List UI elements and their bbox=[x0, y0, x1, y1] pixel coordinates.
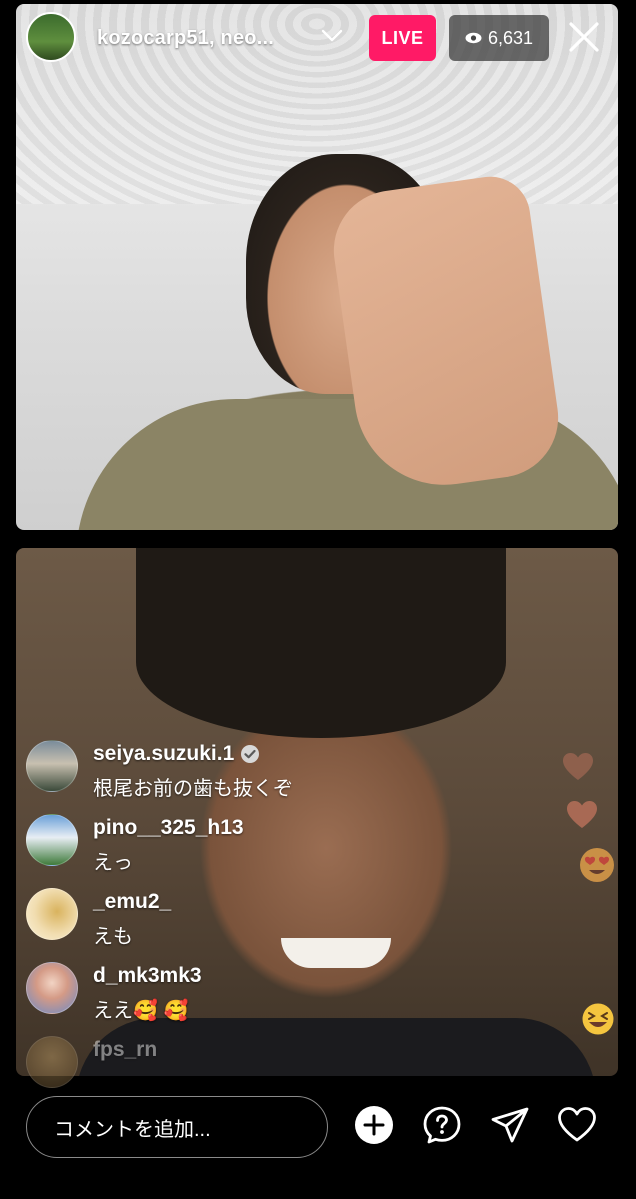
comment-item: _emu2_ えも bbox=[26, 888, 546, 948]
close-icon[interactable] bbox=[567, 20, 601, 54]
comment-item: d_mk3mk3 ええ🥰 🥰 bbox=[26, 962, 546, 1022]
comment-text: 根尾お前の歯も抜くぞ bbox=[93, 778, 293, 800]
commenter-avatar[interactable] bbox=[26, 888, 78, 940]
host-video-top bbox=[16, 4, 618, 530]
comment-placeholder: コメントを追加... bbox=[54, 1118, 211, 1141]
viewer-count-badge[interactable]: 6,631 bbox=[449, 15, 549, 61]
commenter-avatar[interactable] bbox=[26, 814, 78, 866]
heart-reaction-icon bbox=[563, 753, 593, 780]
comment-username[interactable]: fps_rn bbox=[93, 1038, 157, 1062]
heart-eyes-emoji-icon bbox=[580, 848, 614, 882]
comment-username[interactable]: _emu2_ bbox=[93, 890, 171, 914]
live-badge: LIVE bbox=[369, 15, 436, 61]
comment-text: ええ🥰 🥰 bbox=[93, 1000, 189, 1022]
commenter-avatar[interactable] bbox=[26, 1036, 78, 1088]
comment-text: えも bbox=[93, 926, 133, 948]
eye-icon bbox=[465, 32, 482, 44]
viewer-count: 6,631 bbox=[487, 27, 534, 48]
comment-username[interactable]: pino__325_h13 bbox=[93, 816, 244, 840]
comment-input[interactable]: コメントを追加... bbox=[26, 1096, 328, 1158]
verified-badge-icon bbox=[241, 745, 260, 763]
comment-username[interactable]: seiya.suzuki.1 bbox=[93, 742, 260, 766]
laughing-emoji-icon bbox=[582, 1003, 614, 1035]
host-names[interactable]: kozocarp51, neo... bbox=[97, 27, 274, 50]
chevron-down-icon[interactable] bbox=[320, 24, 344, 48]
live-header: kozocarp51, neo... LIVE 6,631 bbox=[26, 12, 618, 68]
comment-item: fps_rn bbox=[26, 1036, 546, 1096]
question-icon[interactable] bbox=[422, 1105, 462, 1145]
heart-icon[interactable] bbox=[557, 1105, 597, 1145]
host-avatar[interactable] bbox=[26, 12, 76, 62]
comment-item: seiya.suzuki.1 根尾お前の歯も抜くぞ bbox=[26, 740, 546, 800]
commenter-avatar[interactable] bbox=[26, 962, 78, 1014]
comment-username[interactable]: d_mk3mk3 bbox=[93, 964, 202, 988]
comment-text: えっ bbox=[93, 852, 133, 874]
heart-reaction-icon bbox=[567, 801, 597, 828]
comment-item: pino__325_h13 えっ bbox=[26, 814, 546, 874]
send-icon[interactable] bbox=[490, 1105, 530, 1145]
person-bottom-hair bbox=[136, 548, 506, 738]
add-icon[interactable] bbox=[354, 1105, 394, 1145]
commenter-avatar[interactable] bbox=[26, 740, 78, 792]
